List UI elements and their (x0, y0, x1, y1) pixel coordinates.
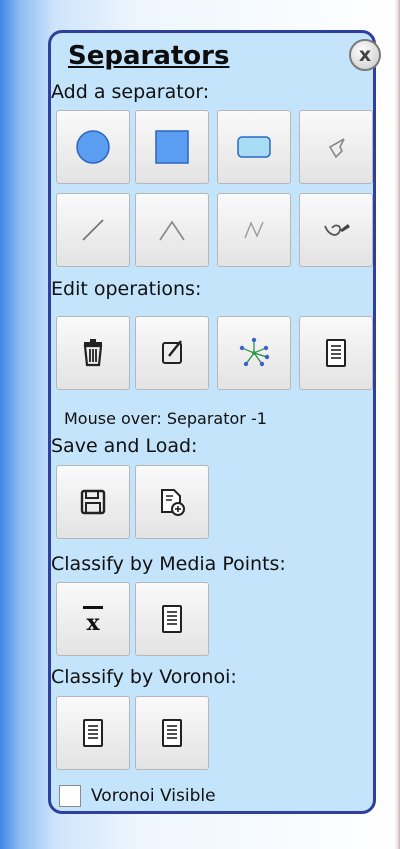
polygon-icon (328, 138, 345, 159)
voronoi-visible-label: Voronoi Visible (91, 786, 216, 806)
save-icon (80, 489, 106, 515)
panel-title: Separators (68, 41, 230, 71)
polyline-icon (244, 221, 264, 239)
load-button[interactable] (135, 465, 209, 539)
add-square-separator-button[interactable] (135, 110, 209, 184)
edit-separator-button[interactable] (135, 316, 209, 390)
document-button[interactable] (299, 316, 373, 390)
add-circle-separator-button[interactable] (56, 110, 130, 184)
add-line-separator-button[interactable] (56, 193, 130, 267)
edit-operations-label: Edit operations: (51, 278, 202, 300)
close-button[interactable]: x (349, 39, 381, 71)
star-network-icon (239, 337, 270, 367)
line-icon (82, 219, 104, 241)
save-load-label: Save and Load: (51, 435, 198, 457)
add-freehand-separator-button[interactable] (299, 193, 373, 267)
voronoi-visible-row: Voronoi Visible (59, 783, 216, 809)
freehand-icon (324, 224, 350, 236)
add-polyline-separator-button[interactable] (217, 193, 291, 267)
classify-voronoi-button-1[interactable] (56, 696, 130, 770)
save-button[interactable] (56, 465, 130, 539)
classify-media-points-label: Classify by Media Points: (51, 553, 286, 575)
classify-voronoi-label: Classify by Voronoi: (51, 666, 237, 688)
load-icon (161, 489, 185, 516)
square-icon (155, 130, 189, 164)
add-polygon-separator-button[interactable] (299, 110, 373, 184)
document-icon (326, 339, 346, 367)
add-separator-label: Add a separator: (51, 81, 210, 103)
separators-panel: Separators x Add a separator: Edit opera… (48, 30, 381, 814)
classify-voronoi-button-2[interactable] (135, 696, 209, 770)
classify-mean-button[interactable]: x (56, 582, 130, 656)
network-separator-button[interactable] (217, 316, 291, 390)
delete-separator-button[interactable] (56, 316, 130, 390)
document-icon (162, 719, 182, 747)
document-icon (83, 719, 103, 747)
add-rounded-rectangle-separator-button[interactable] (217, 110, 291, 184)
window-edge (394, 0, 400, 849)
add-curve-separator-button[interactable] (135, 193, 209, 267)
voronoi-visible-checkbox[interactable] (59, 785, 81, 807)
edit-icon (162, 340, 182, 364)
curve-icon (159, 220, 185, 241)
mean-icon: x (78, 602, 108, 636)
rounded-rectangle-icon (237, 136, 271, 158)
trash-icon (83, 339, 103, 367)
close-icon: x (358, 44, 372, 66)
mouse-over-status: Mouse over: Separator -1 (64, 409, 267, 428)
circle-icon (76, 130, 110, 164)
classify-media-document-button[interactable] (135, 582, 209, 656)
document-icon (162, 605, 182, 633)
